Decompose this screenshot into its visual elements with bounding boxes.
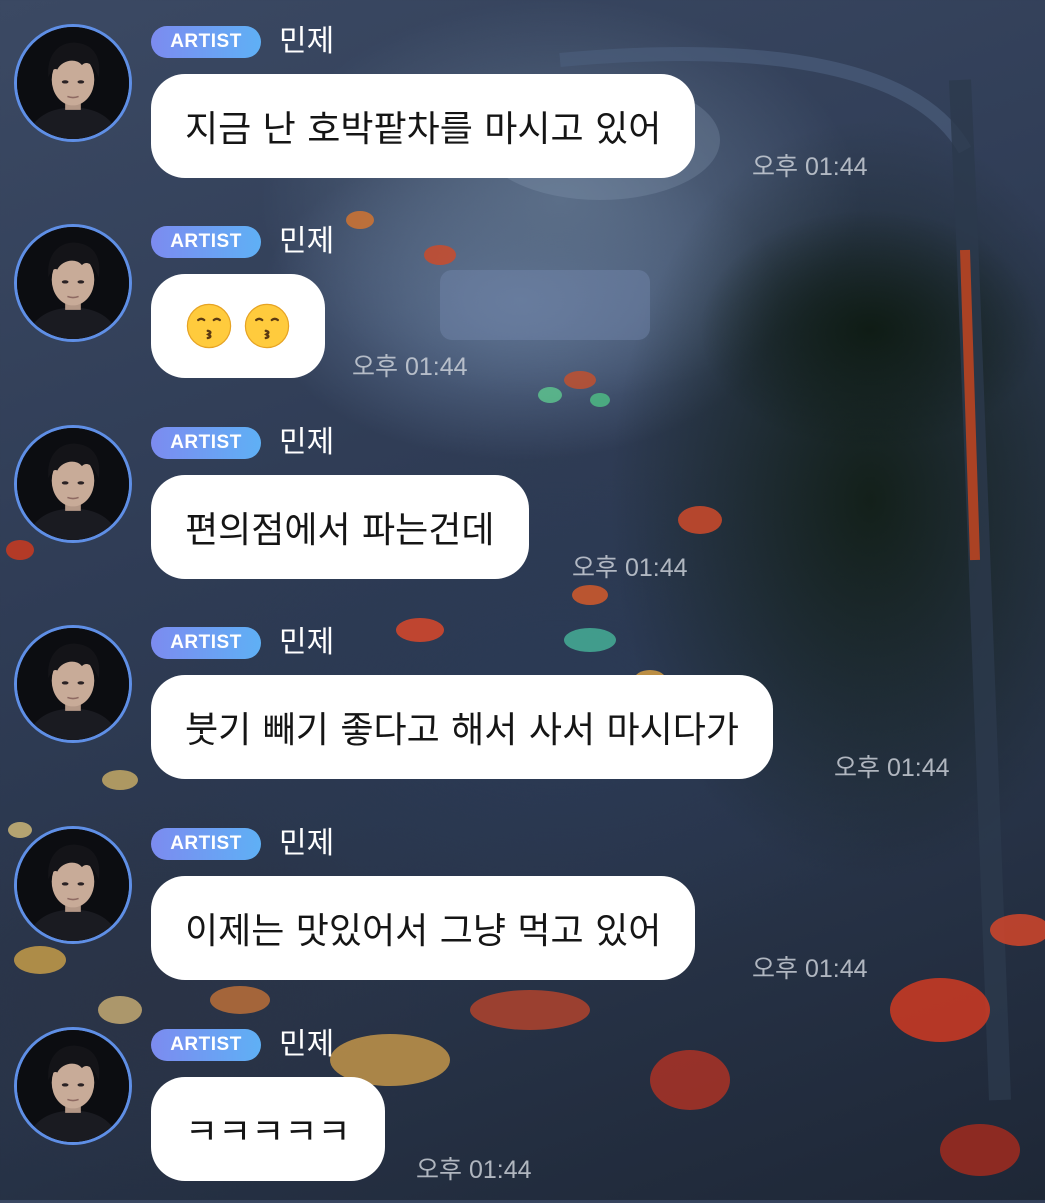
message-text: 붓기 빼기 좋다고 해서 사서 마시다가: [185, 710, 740, 751]
kissing-face-icon: [185, 302, 233, 350]
message-timestamp: 오후 01:44: [752, 955, 868, 983]
sender-name: 민제: [279, 625, 335, 660]
sender-name: 민제: [279, 24, 335, 59]
avatar[interactable]: [14, 826, 132, 944]
message-text: 이제는 맛있어서 그냥 먹고 있어: [185, 911, 662, 952]
avatar[interactable]: [14, 425, 132, 543]
avatar[interactable]: [14, 1027, 132, 1145]
artist-badge: ARTIST: [151, 26, 261, 58]
artist-badge: ARTIST: [151, 627, 261, 659]
message-bubble[interactable]: 편의점에서 파는건데: [151, 475, 529, 579]
message-timestamp: 오후 01:44: [352, 353, 468, 381]
artist-badge: ARTIST: [151, 427, 261, 459]
avatar[interactable]: [14, 224, 132, 342]
message-timestamp: 오후 01:44: [834, 754, 950, 782]
sender-name: 민제: [279, 826, 335, 861]
artist-badge: ARTIST: [151, 1029, 261, 1061]
message-text: 지금 난 호박팥차를 마시고 있어: [185, 109, 662, 150]
kissing-face-icon: [243, 302, 291, 350]
avatar[interactable]: [14, 24, 132, 142]
message-bubble[interactable]: [151, 274, 325, 378]
chat-message: ARTIST 민제 이제는 맛있어서 그냥 먹고 있어 오후 01:44: [0, 802, 1045, 1002]
artist-badge: ARTIST: [151, 226, 261, 258]
chat-message: ARTIST 민제 ㅋㅋㅋㅋㅋ 오후 01:44: [0, 1003, 1045, 1203]
artist-badge: ARTIST: [151, 828, 261, 860]
message-bubble[interactable]: 붓기 빼기 좋다고 해서 사서 마시다가: [151, 675, 774, 779]
chat-message-list[interactable]: ARTIST 민제 지금 난 호박팥차를 마시고 있어 오후 01:44 ART…: [0, 0, 1045, 1200]
avatar[interactable]: [14, 625, 132, 743]
chat-message: ARTIST 민제 지금 난 호박팥차를 마시고 있어 오후 01:44: [0, 0, 1045, 200]
chat-message: ARTIST 민제 편의점에서 파는건데 오후 01:44: [0, 401, 1045, 601]
sender-name: 민제: [279, 425, 335, 460]
message-timestamp: 오후 01:44: [572, 554, 688, 582]
message-bubble[interactable]: 지금 난 호박팥차를 마시고 있어: [151, 74, 696, 178]
sender-name: 민제: [279, 224, 335, 259]
message-text: ㅋㅋㅋㅋㅋ: [185, 1112, 351, 1153]
sender-name: 민제: [279, 1027, 335, 1062]
message-text: 편의점에서 파는건데: [185, 510, 495, 551]
message-timestamp: 오후 01:44: [416, 1156, 532, 1184]
message-bubble[interactable]: ㅋㅋㅋㅋㅋ: [151, 1077, 385, 1181]
chat-message: ARTIST 민제 붓기 빼기 좋다고 해서 사서 마시다가 오후 01:44: [0, 601, 1045, 801]
message-bubble[interactable]: 이제는 맛있어서 그냥 먹고 있어: [151, 876, 696, 980]
message-timestamp: 오후 01:44: [752, 153, 868, 181]
chat-message: ARTIST 민제 오후 01:44: [0, 200, 1045, 400]
